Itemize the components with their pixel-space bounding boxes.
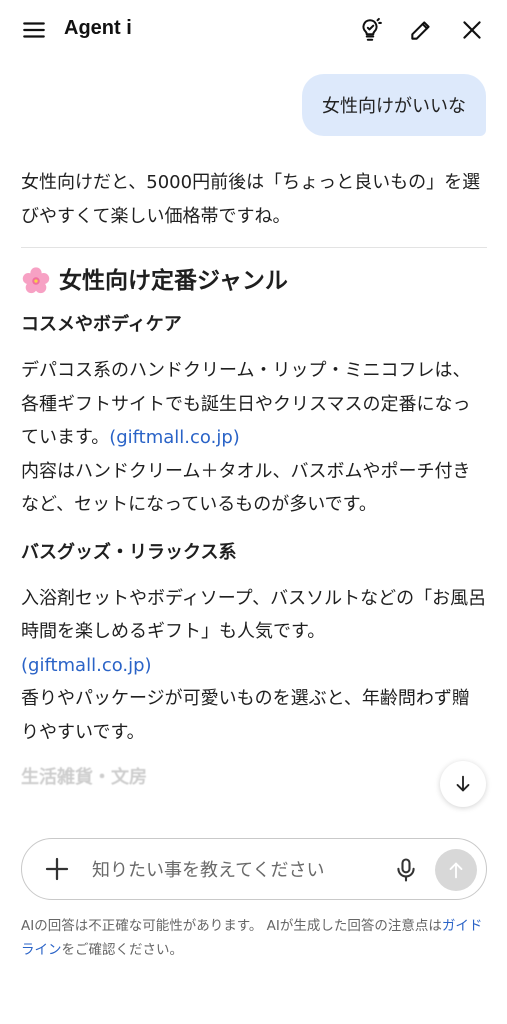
subsection-heading: コスメやボディケア	[21, 314, 182, 335]
paragraph-text: 内容はハンドクリーム＋タオル、バスボムやポーチ付きなど、セットになっているものが…	[21, 460, 471, 516]
paragraph-text: デパコス系のハンドクリーム・リップ・ミニコフレは、各種ギフトサイトでも誕生日やク…	[21, 360, 471, 448]
arrow-down-icon	[456, 775, 470, 792]
app-title: Agent i	[64, 17, 132, 39]
paragraph: デパコス系のハンドクリーム・リップ・ミニコフレは、各種ギフトサイトでも誕生日やク…	[21, 354, 487, 522]
divider	[21, 247, 487, 248]
paragraph: 入浴剤セットやボディソープ、バスソルトなどの「お風呂時間を楽しめるギフト」も人気…	[21, 582, 487, 750]
paragraph-text: 香りやパッケージが可愛いものを選ぶと、年齢問わず贈りやすいです。	[21, 688, 470, 743]
tips-button[interactable]	[354, 14, 386, 46]
lightbulb-icon	[362, 17, 382, 41]
pencil-icon	[411, 21, 430, 40]
disclaimer-text: をご確認ください。	[61, 942, 184, 958]
message-composer	[21, 838, 487, 900]
app-header: Agent i	[0, 0, 507, 62]
ai-disclaimer: AIの回答は不正確な可能性があります。 AIが生成した回答の注意点はガイドライン…	[21, 914, 491, 962]
source-link[interactable]: (giftmall.co.jp)	[21, 655, 152, 676]
cherry-blossom-icon	[22, 267, 50, 294]
user-message-bubble: 女性向けがいいな	[302, 74, 486, 136]
assistant-response: 女性向けだと、5000円前後は「ちょっと良いもの」を選びやすくて楽しい価格帯です…	[21, 166, 487, 820]
scroll-to-bottom-button[interactable]	[440, 761, 486, 807]
send-button[interactable]	[435, 849, 477, 891]
disclaimer-text: AIの回答は不正確な可能性があります。 AIが生成した回答の注意点は	[21, 918, 442, 934]
plus-icon[interactable]	[42, 854, 72, 884]
close-icon	[463, 21, 481, 39]
microphone-icon[interactable]	[392, 856, 420, 884]
section-title-text: 女性向け定番ジャンル	[59, 268, 288, 294]
response-intro: 女性向けだと、5000円前後は「ちょっと良いもの」を選びやすくて楽しい価格帯です…	[21, 172, 481, 227]
section-title: 女性向け定番ジャンル	[21, 264, 487, 298]
faded-subsection-heading: 生活雑貨・文房	[21, 767, 147, 788]
arrow-up-icon	[449, 862, 463, 879]
paragraph-text: 入浴剤セットやボディソープ、バスソルトなどの「お風呂時間を楽しめるギフト」も人気…	[21, 587, 487, 643]
new-chat-button[interactable]	[405, 14, 437, 46]
menu-button[interactable]	[18, 14, 50, 46]
subsection-heading: バスグッズ・リラックス系	[21, 541, 237, 563]
hamburger-menu-icon	[23, 22, 45, 38]
source-link[interactable]: (giftmall.co.jp)	[109, 427, 240, 448]
user-message-text: 女性向けがいいな	[322, 96, 466, 117]
message-input[interactable]	[92, 855, 382, 885]
close-button[interactable]	[456, 14, 488, 46]
